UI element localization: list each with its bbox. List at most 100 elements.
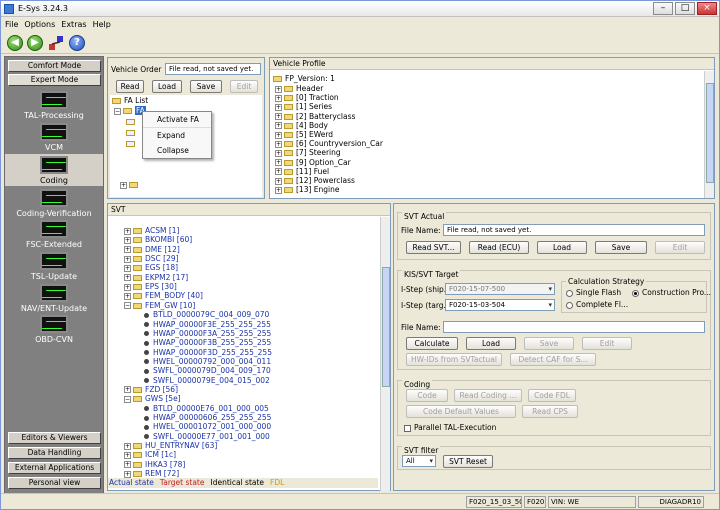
svt-actual-file-field[interactable]: File read, not saved yet.: [443, 224, 705, 236]
code-fdl-button[interactable]: Code FDL: [528, 389, 576, 402]
svt-legend: Actual state Target state Identical stat…: [108, 478, 378, 488]
expand-icon: +: [124, 255, 131, 263]
load-kis-button[interactable]: Load: [466, 337, 516, 350]
load-svt-button[interactable]: Load: [537, 241, 587, 254]
read-fa-button[interactable]: Read: [116, 80, 144, 93]
read-coding-button[interactable]: Read Coding ...: [454, 389, 522, 402]
nav-item-fsc-extended[interactable]: FSC-Extended: [5, 220, 103, 249]
read-ecu-button[interactable]: Read (ECU): [469, 241, 529, 254]
parallel-tal-checkbox[interactable]: Parallel TAL-Execution: [404, 423, 496, 432]
scroll-thumb[interactable]: [706, 83, 714, 183]
radio-complete-flash[interactable]: Complete Fl...: [566, 300, 628, 309]
menu-extras[interactable]: Extras: [61, 20, 86, 29]
expand-icon: +: [124, 442, 131, 450]
read-cps-button[interactable]: Read CPS: [522, 405, 578, 418]
expand-icon: +: [124, 292, 131, 300]
monitor-icon: [40, 284, 68, 302]
monitor-icon: [40, 91, 68, 109]
personal-view-button[interactable]: Personal view: [8, 477, 101, 489]
legend-fdl: FDL: [270, 478, 285, 487]
folder-icon: [133, 471, 142, 478]
menu-help[interactable]: Help: [93, 20, 111, 29]
code-button[interactable]: Code: [406, 389, 448, 402]
expand-icon: +: [124, 227, 131, 235]
bullet-icon: [144, 359, 149, 365]
forward-arrow-icon[interactable]: ▶: [27, 34, 43, 51]
read-svt-button[interactable]: Read SVT...: [406, 241, 461, 254]
vehicle-order-file-field[interactable]: File read, not saved yet.: [165, 63, 261, 75]
nav-item-coding[interactable]: Coding: [5, 154, 103, 186]
detect-caf-button[interactable]: Detect CAF for S...: [510, 353, 596, 366]
calc-strategy-title: Calculation Strategy: [566, 277, 647, 286]
nav-item-obd-cvn[interactable]: OBD-CVN: [5, 315, 103, 344]
bullet-icon: [144, 350, 149, 356]
connect-tool-icon[interactable]: [47, 34, 65, 52]
kis-file-field[interactable]: [443, 321, 705, 333]
monitor-icon: [40, 315, 68, 333]
folder-icon: [284, 104, 293, 111]
nav-item-tal-processing[interactable]: TAL-Processing: [5, 91, 103, 120]
menu-file[interactable]: File: [5, 20, 18, 29]
nav-item-coding-verification[interactable]: Coding-Verification: [5, 189, 103, 218]
svt-reset-button[interactable]: SVT Reset: [443, 455, 493, 468]
save-svt-button[interactable]: Save: [595, 241, 647, 254]
expand-icon: +: [124, 246, 131, 254]
close-button[interactable]: ×: [697, 2, 717, 15]
svt-actual-group: SVT Actual File Name: File read, not sav…: [397, 212, 711, 260]
doc-icon: [126, 130, 135, 136]
collapse-icon: −: [124, 302, 131, 310]
expand-icon: +: [124, 264, 131, 272]
hw-ids-button[interactable]: HW-IDs from SVTactual: [406, 353, 502, 366]
menu-options[interactable]: Options: [24, 20, 55, 29]
data-handling-button[interactable]: Data Handling: [8, 447, 101, 459]
expand-icon: +: [275, 177, 282, 185]
expert-mode-button[interactable]: Expert Mode: [8, 74, 101, 86]
folder-icon: [273, 76, 282, 82]
nav-item-nav-ent-update[interactable]: NAV/ENT-Update: [5, 284, 103, 313]
bullet-icon: [144, 331, 149, 337]
nav-item-vcm[interactable]: VCM: [5, 123, 103, 152]
radio-construction[interactable]: Construction Pro...: [632, 288, 711, 297]
vehicle-profile-scrollbar[interactable]: [704, 71, 714, 198]
fp-version-node[interactable]: FP_Version: 1: [273, 74, 335, 84]
folder-icon: [133, 293, 142, 300]
save-kis-button[interactable]: Save: [524, 337, 574, 350]
minimize-button[interactable]: –: [653, 2, 673, 15]
code-default-values-button[interactable]: Code Default Values: [406, 405, 516, 418]
profile-item[interactable]: + [13] Engine: [275, 185, 339, 195]
maximize-button[interactable]: □: [675, 2, 695, 15]
nav-item-tsl-update[interactable]: TSL-Update: [5, 252, 103, 281]
comfort-mode-button[interactable]: Comfort Mode: [8, 60, 101, 72]
edit-svt-button[interactable]: Edit: [655, 241, 705, 254]
fa-node[interactable]: − FA: [114, 106, 146, 116]
external-applications-button[interactable]: External Applications: [8, 462, 101, 474]
menu-bar: File Options Extras Help: [1, 17, 719, 31]
help-icon[interactable]: ?: [69, 34, 85, 51]
edit-fa-button[interactable]: Edit: [230, 80, 258, 93]
radio-single-flash[interactable]: Single Flash: [566, 288, 621, 297]
istep-target-combo[interactable]: F020-15-03-504: [445, 299, 555, 311]
back-arrow-icon[interactable]: ◀: [7, 34, 23, 51]
ctx-activate-fa[interactable]: Activate FA: [143, 112, 211, 127]
istep-shipment-combo[interactable]: F020-15-07-500: [445, 283, 555, 295]
window-title: E-Sys 3.24.3: [18, 4, 68, 13]
scroll-thumb[interactable]: [382, 267, 390, 387]
bullet-icon: [144, 406, 149, 412]
ctx-expand[interactable]: Expand: [143, 127, 211, 143]
monitor-icon: [40, 189, 68, 207]
folder-icon: [284, 122, 293, 129]
svt-scrollbar[interactable]: [380, 217, 390, 491]
svt-filter-select[interactable]: All: [402, 455, 436, 467]
doc-icon: [126, 119, 135, 125]
monitor-icon: [40, 252, 68, 270]
editors-viewers-button[interactable]: Editors & Viewers: [8, 432, 101, 444]
expand-icon: +: [275, 168, 282, 176]
edit-kis-button[interactable]: Edit: [582, 337, 632, 350]
fa-list-node[interactable]: FA List: [112, 96, 148, 106]
save-fa-button[interactable]: Save: [190, 80, 222, 93]
istep-target-label: I-Step (targ...: [401, 301, 451, 310]
ctx-collapse[interactable]: Collapse: [143, 143, 211, 158]
svt-actual-title: SVT Actual: [402, 212, 447, 221]
calculate-button[interactable]: Calculate: [406, 337, 458, 350]
load-fa-button[interactable]: Load: [152, 80, 182, 93]
